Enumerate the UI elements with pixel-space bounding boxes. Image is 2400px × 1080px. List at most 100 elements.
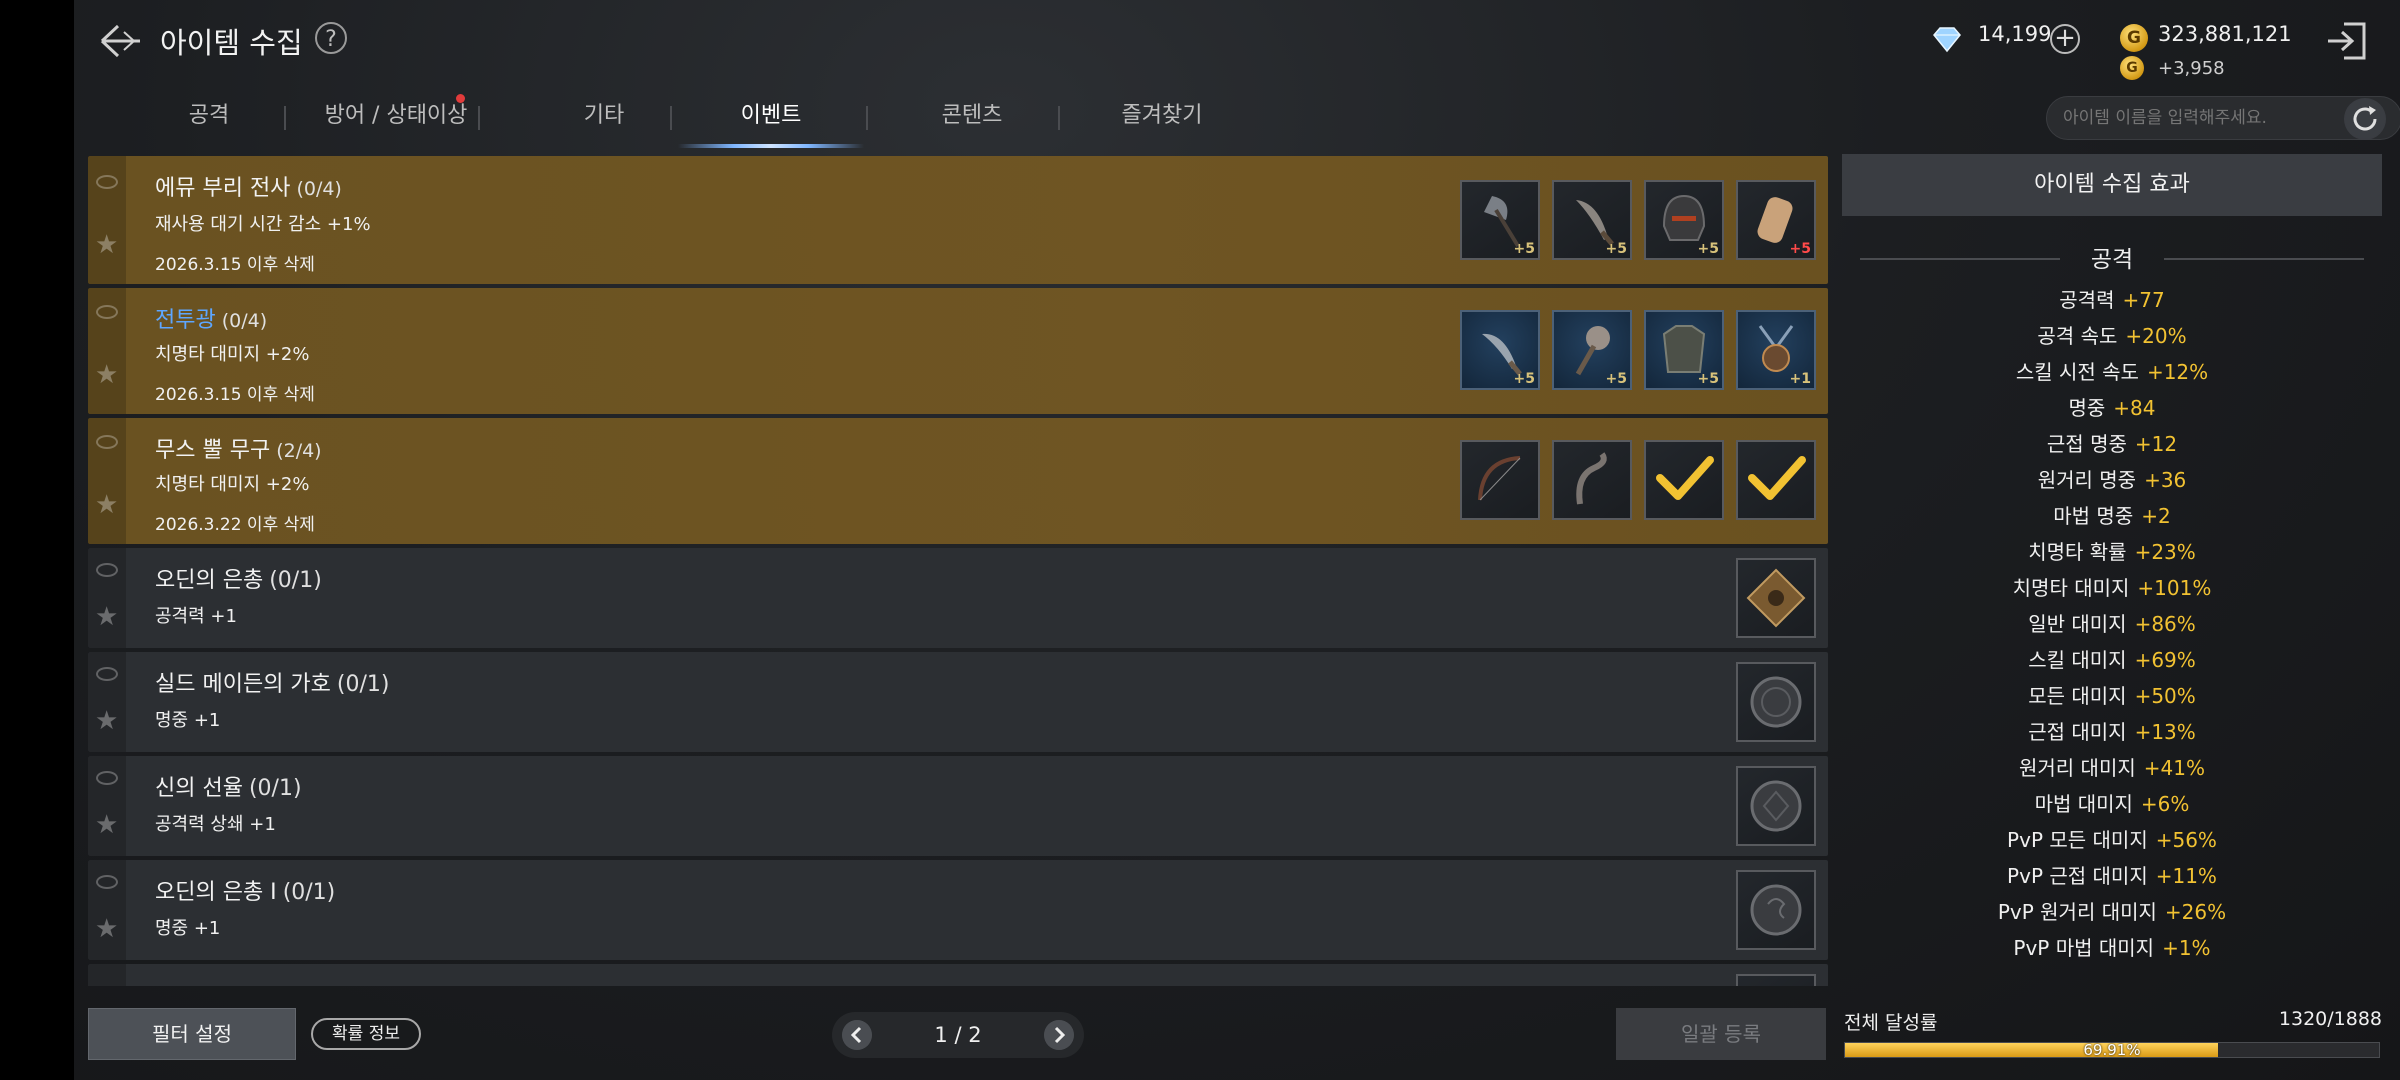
collection-row[interactable]: ★ 전투광 (0/4) 치명타 대미지 +2% 2026.3.15 이후 삭제 +…	[88, 288, 1828, 414]
star-icon[interactable]: ★	[95, 812, 118, 838]
gold-coin-icon: G	[2120, 24, 2148, 52]
stat-value: +6%	[2140, 792, 2190, 816]
stat-label: PvP 모든 대미지	[2007, 828, 2148, 852]
coin-icon	[1750, 676, 1802, 728]
stat-line: 스킬 대미지 +69%	[1842, 644, 2382, 673]
help-icon[interactable]: ?	[315, 22, 347, 54]
collection-effect: 명중 +1	[155, 918, 221, 939]
star-icon[interactable]: ★	[95, 362, 118, 388]
next-page-icon[interactable]	[1044, 1020, 1074, 1050]
stat-label: 근접 명중	[2046, 432, 2127, 456]
stat-line: 명중 +84	[1842, 392, 2382, 421]
stat-line: 스킬 시전 속도 +12%	[1842, 356, 2382, 385]
stat-value: +50%	[2134, 684, 2196, 708]
tab-content[interactable]: 콘텐츠	[884, 86, 1060, 150]
star-icon[interactable]: ★	[95, 708, 118, 734]
collection-count: (0/1)	[269, 568, 322, 593]
item-slot[interactable]	[1736, 766, 1816, 846]
star-icon[interactable]: ★	[95, 916, 118, 942]
eye-icon[interactable]	[96, 771, 118, 785]
item-slot[interactable]: +5	[1552, 180, 1632, 260]
exit-icon[interactable]	[2324, 18, 2372, 64]
eye-icon[interactable]	[96, 667, 118, 681]
eye-icon[interactable]	[96, 175, 118, 189]
collection-title: 실드 메이든의 가호	[155, 672, 331, 697]
tab-event[interactable]: 이벤트	[674, 86, 868, 150]
collection-row[interactable]: ★ 에뮤 부리 전사 (0/4) 재사용 대기 시간 감소 +1% 2026.3.…	[88, 156, 1828, 284]
collection-row[interactable]: ★ 오딘의 은총 (0/1) 공격력 +1	[88, 548, 1828, 648]
stat-line: 원거리 명중 +36	[1842, 464, 2382, 493]
stat-value: +69%	[2134, 648, 2196, 672]
enhance-level: +5	[1697, 241, 1719, 257]
gold-amount: 323,881,121	[2158, 22, 2292, 46]
stat-label: 마법 대미지	[2034, 792, 2133, 816]
stat-line: 근접 명중 +12	[1842, 428, 2382, 457]
checkmark-icon	[1656, 456, 1714, 500]
filter-settings-button[interactable]: 필터 설정	[88, 1008, 296, 1060]
collection-row[interactable]: ★ 실드 메이든의 가호 (0/1) 명중 +1	[88, 652, 1828, 752]
stat-value: +11%	[2155, 864, 2217, 888]
collection-count: (0/1)	[248, 776, 302, 801]
tab-attack[interactable]: 공격	[154, 86, 264, 150]
collection-row[interactable]: ★ 무스 뿔 무구 (2/4) 치명타 대미지 +2% 2026.3.22 이후 …	[88, 418, 1828, 544]
eye-icon[interactable]	[96, 563, 118, 577]
item-slot[interactable]: +5	[1460, 180, 1540, 260]
item-slot[interactable]	[1736, 870, 1816, 950]
pagination: 1 / 2	[832, 1012, 1084, 1058]
stat-label: 스킬 시전 속도	[2015, 360, 2139, 384]
collection-row[interactable]: ★ 오딘의 은총 I (0/1) 명중 +1	[88, 860, 1828, 960]
stat-value: +20%	[2125, 324, 2187, 348]
progress-count: 1320/1888	[2278, 1008, 2382, 1030]
bulk-register-button[interactable]: 일괄 등록	[1616, 1008, 1826, 1060]
item-slot[interactable]: +5	[1552, 310, 1632, 390]
collection-row[interactable]: ★ 신의 선율 (0/1) 공격력 상쇄 +1	[88, 756, 1828, 856]
coin-icon	[1750, 780, 1802, 832]
item-slot[interactable]: +5	[1644, 310, 1724, 390]
item-slot[interactable]	[1460, 440, 1540, 520]
item-slot[interactable]: +5	[1736, 180, 1816, 260]
item-slot[interactable]: +5	[1460, 310, 1540, 390]
stat-line: 치명타 확률 +23%	[1842, 536, 2382, 565]
eye-icon[interactable]	[96, 305, 118, 319]
collection-title: 오딘의 은총 I	[155, 880, 277, 905]
item-slot-collected[interactable]	[1736, 440, 1816, 520]
notification-dot	[456, 94, 465, 103]
item-slot[interactable]	[1736, 558, 1816, 638]
item-slot[interactable]	[1552, 440, 1632, 520]
collection-list[interactable]: ★ 에뮤 부리 전사 (0/4) 재사용 대기 시간 감소 +1% 2026.3.…	[88, 154, 1828, 986]
stat-label: 원거리 대미지	[2019, 756, 2136, 780]
collection-row[interactable]	[88, 964, 1828, 986]
stat-value: +26%	[2164, 900, 2227, 924]
diamond-icon	[1933, 27, 1961, 53]
collection-name: 신의 선율 (0/1)	[155, 770, 302, 802]
collection-title: 전투광	[155, 308, 216, 333]
collection-title: 오딘의 은총	[155, 568, 264, 593]
enhance-level: +1	[1789, 371, 1811, 387]
item-slot[interactable]	[1736, 662, 1816, 742]
collection-effect: 공격력 +1	[155, 606, 237, 627]
back-arrow-icon[interactable]	[96, 16, 146, 66]
probability-info-button[interactable]: 확률 정보	[311, 1018, 421, 1050]
tab-divider	[670, 106, 672, 130]
progress-percent: 69.91%	[2083, 1041, 2141, 1059]
collection-name: 무스 뿔 무구 (2/4)	[155, 432, 322, 464]
star-icon[interactable]: ★	[95, 604, 118, 630]
item-slot[interactable]	[1736, 974, 1816, 986]
tab-favorites[interactable]: 즐겨찾기	[1074, 86, 1250, 150]
star-icon[interactable]: ★	[95, 232, 118, 258]
eye-icon[interactable]	[96, 875, 118, 889]
add-diamond-button[interactable]: +	[2050, 24, 2080, 54]
stat-value: +1%	[2162, 936, 2211, 960]
stat-value: +86%	[2134, 612, 2196, 636]
item-slot-collected[interactable]	[1644, 440, 1724, 520]
star-icon[interactable]: ★	[95, 492, 118, 518]
refresh-icon[interactable]	[2344, 98, 2386, 140]
eye-icon[interactable]	[96, 435, 118, 449]
gold-delta: +3,958	[2158, 58, 2225, 79]
item-slot[interactable]: +5	[1644, 180, 1724, 260]
stat-value: +23%	[2134, 540, 2196, 564]
diamond-amount: 14,199	[1978, 22, 2052, 46]
collection-name: 전투광 (0/4)	[155, 302, 267, 334]
item-slot[interactable]: +1	[1736, 310, 1816, 390]
tab-defense[interactable]: 방어 / 상태이상	[296, 86, 496, 150]
